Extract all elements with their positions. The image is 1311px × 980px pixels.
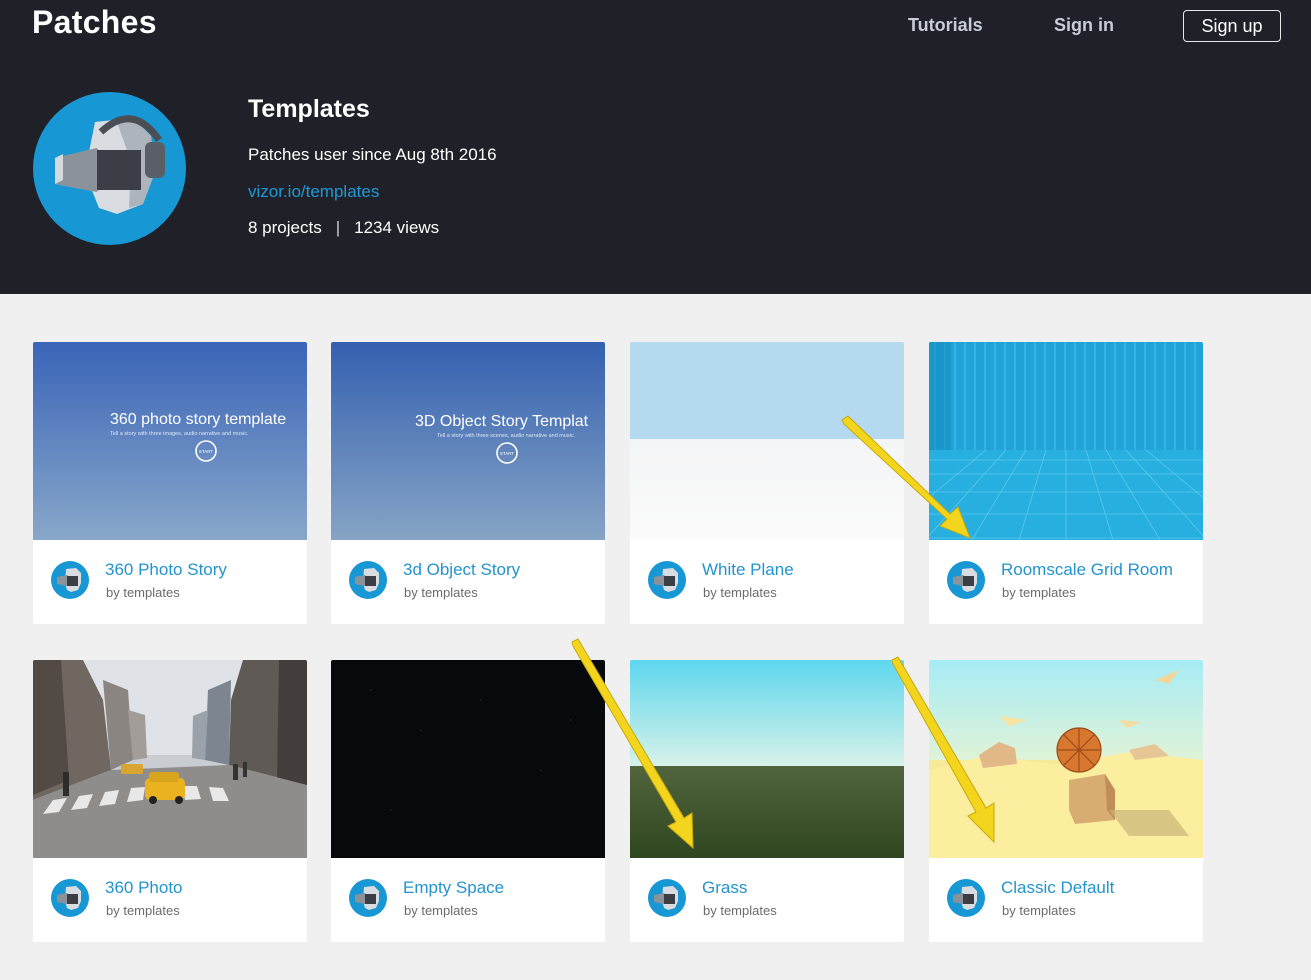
thumb-title: 360 photo story template xyxy=(110,411,286,428)
project-card[interactable]: Empty Space by templates xyxy=(331,660,605,942)
nav-sign-in-link[interactable]: Sign in xyxy=(1054,15,1114,36)
project-author: by templates xyxy=(404,903,478,918)
project-title-link[interactable]: 360 Photo Story xyxy=(105,560,227,580)
project-thumbnail[interactable] xyxy=(630,660,904,858)
author-avatar xyxy=(51,561,89,599)
nav-tutorials-link[interactable]: Tutorials xyxy=(908,15,983,36)
project-author: by templates xyxy=(1002,903,1076,918)
project-title-link[interactable]: 360 Photo xyxy=(105,878,183,898)
author-avatar xyxy=(349,561,387,599)
project-title-link[interactable]: 3d Object Story xyxy=(403,560,520,580)
project-author: by templates xyxy=(1002,585,1076,600)
vr-headset-head-icon xyxy=(57,886,81,910)
vr-headset-head-icon xyxy=(953,568,977,592)
project-author: by templates xyxy=(106,585,180,600)
thumb-subtitle: Tell a story with three images, audio na… xyxy=(110,431,249,437)
sign-up-button[interactable]: Sign up xyxy=(1183,10,1281,42)
profile-avatar xyxy=(33,92,186,245)
project-card[interactable]: 3D Object Story Templat Tell a story wit… xyxy=(331,342,605,624)
vr-headset-head-icon xyxy=(55,115,165,214)
vr-headset-head-icon xyxy=(654,568,678,592)
project-card[interactable]: Grass by templates xyxy=(630,660,904,942)
vr-headset-head-icon xyxy=(57,568,81,592)
project-thumbnail[interactable]: 360 photo story template Tell a story wi… xyxy=(33,342,307,540)
profile-stats: 8 projects | 1234 views xyxy=(248,218,439,238)
project-card[interactable]: Roomscale Grid Room by templates xyxy=(929,342,1203,624)
profile-title: Templates xyxy=(248,95,370,123)
vr-headset-head-icon xyxy=(953,886,977,910)
project-card[interactable]: Classic Default by templates xyxy=(929,660,1203,942)
thumb-start: START xyxy=(199,449,214,454)
author-avatar xyxy=(51,879,89,917)
project-title-link[interactable]: White Plane xyxy=(702,560,794,580)
project-author: by templates xyxy=(404,585,478,600)
author-avatar xyxy=(947,561,985,599)
project-title-link[interactable]: Roomscale Grid Room xyxy=(1001,560,1173,580)
project-thumbnail[interactable] xyxy=(929,660,1203,858)
thumb-title: 3D Object Story Templat xyxy=(415,413,589,430)
vr-headset-head-icon xyxy=(355,568,379,592)
project-title-link[interactable]: Grass xyxy=(702,878,747,898)
project-author: by templates xyxy=(703,585,777,600)
stats-separator: | xyxy=(335,218,341,237)
profile-member-since: Patches user since Aug 8th 2016 xyxy=(248,145,497,164)
project-author: by templates xyxy=(106,903,180,918)
project-thumbnail[interactable] xyxy=(33,660,307,858)
projects-count: 8 projects xyxy=(248,218,322,237)
project-title-link[interactable]: Empty Space xyxy=(403,878,504,898)
vr-headset-head-icon xyxy=(654,886,678,910)
thumb-subtitle: Tell a story with three scenes, audio na… xyxy=(437,433,576,439)
author-avatar xyxy=(648,561,686,599)
project-author: by templates xyxy=(703,903,777,918)
project-card[interactable]: White Plane by templates xyxy=(630,342,904,624)
project-thumbnail[interactable] xyxy=(630,342,904,540)
thumb-start: START xyxy=(500,451,515,456)
author-avatar xyxy=(349,879,387,917)
project-card[interactable]: 360 Photo by templates xyxy=(33,660,307,942)
vr-headset-head-icon xyxy=(355,886,379,910)
patches-logo[interactable]: Patches xyxy=(32,4,157,41)
profile-header: Patches Tutorials Sign in Sign up Templa… xyxy=(0,0,1311,294)
project-thumbnail[interactable] xyxy=(929,342,1203,540)
project-title-link[interactable]: Classic Default xyxy=(1001,878,1114,898)
project-thumbnail[interactable] xyxy=(331,660,605,858)
profile-url-link[interactable]: vizor.io/templates xyxy=(248,182,379,202)
project-thumbnail[interactable]: 3D Object Story Templat Tell a story wit… xyxy=(331,342,605,540)
author-avatar xyxy=(947,879,985,917)
author-avatar xyxy=(648,879,686,917)
project-card[interactable]: 360 photo story template Tell a story wi… xyxy=(33,342,307,624)
views-count: 1234 views xyxy=(354,218,440,237)
